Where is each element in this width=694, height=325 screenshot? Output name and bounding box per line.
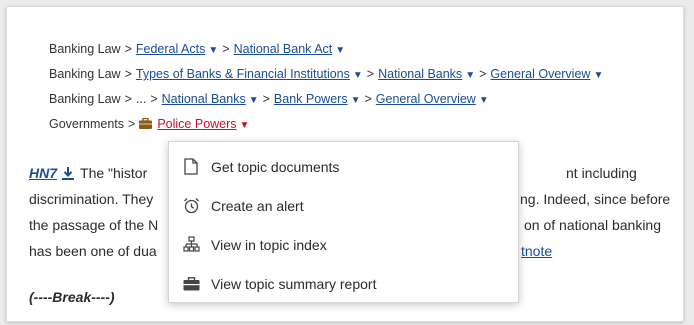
topic-breadcrumbs: Banking Law > Federal Acts ▼ > National Bank … [49,37,603,137]
breadcrumb-link-police-powers[interactable]: Police Powers [157,117,236,131]
breadcrumb-ellipsis: ... [135,92,147,106]
breadcrumb-separator: > [479,67,487,81]
briefcase-icon [182,275,200,293]
dropdown-triangle-icon[interactable]: ▼ [249,88,259,113]
breadcrumb-row-2: Banking Law > Types of Banks & Financial I… [49,62,603,87]
alarm-clock-icon [182,197,200,215]
breadcrumb-link-federal-acts[interactable]: Federal Acts [136,42,205,56]
breadcrumb-separator: > [124,42,132,56]
paragraph-text: nt including [566,165,637,181]
breadcrumb-link-general-overview[interactable]: General Overview [376,92,476,106]
dropdown-triangle-icon[interactable]: ▼ [593,63,603,88]
dropdown-triangle-icon[interactable]: ▼ [465,63,475,88]
get-topic-documents-item[interactable]: Get topic documents [169,147,518,186]
breadcrumb-link-national-banks[interactable]: National Banks [378,67,462,81]
breadcrumb-separator: > [124,67,132,81]
dropdown-triangle-icon[interactable]: ▼ [335,38,345,63]
view-in-topic-index-item[interactable]: View in topic index [169,225,518,264]
breadcrumb-link-national-bank-act[interactable]: National Bank Act [234,42,333,56]
footnote-link[interactable]: tnote [521,238,552,264]
breadcrumb-row-3: Banking Law >... > National Banks ▼ > Bank Pow… [49,87,603,112]
breadcrumb-link-national-banks[interactable]: National Banks [162,92,246,106]
paragraph-text: ng. Indeed, since before [520,191,671,207]
breadcrumb-separator: > [128,117,136,131]
breadcrumb-separator: > [150,92,158,106]
breadcrumb-separator: > [364,92,372,106]
breadcrumb-separator: > [124,92,132,106]
breadcrumb-separator: > [262,92,270,106]
breadcrumb-separator: > [222,42,230,56]
download-icon[interactable] [62,167,75,180]
breadcrumb-root: Banking Law [49,92,121,106]
breadcrumb-row-1: Banking Law > Federal Acts ▼ > National Bank … [49,37,603,62]
breadcrumb-root: Banking Law [49,67,121,81]
dropdown-triangle-icon[interactable]: ▼ [351,88,361,113]
paragraph-text: has been one of dua [29,243,157,259]
breadcrumb-link-general-overview[interactable]: General Overview [490,67,590,81]
menu-item-label: View in topic index [211,236,327,253]
paragraph-text: The "histor [80,165,148,181]
menu-item-label: Get topic documents [211,158,340,175]
break-marker: (----Break----) [29,289,115,305]
document-card: Banking Law > Federal Acts ▼ > National Bank … [6,6,684,322]
dropdown-triangle-icon[interactable]: ▼ [240,113,250,138]
hierarchy-icon [182,236,200,254]
breadcrumb-separator: > [366,67,375,81]
create-an-alert-item[interactable]: Create an alert [169,186,518,225]
paragraph-text: discrimination. They [29,191,154,207]
briefcase-icon [139,118,153,129]
breadcrumb-root: Governments [49,117,125,131]
topic-context-menu: Get topic documents Create an alert View… [168,141,519,303]
document-icon [182,158,200,176]
paragraph-text: on of national banking [524,217,661,233]
dropdown-triangle-icon[interactable]: ▼ [208,38,218,63]
view-topic-summary-report-item[interactable]: View topic summary report [169,264,518,303]
breadcrumb-row-4: Governments > Police Powers ▼ [49,112,603,137]
headnote-link[interactable]: HN7 [29,165,57,181]
menu-item-label: Create an alert [211,197,304,214]
dropdown-triangle-icon[interactable]: ▼ [479,88,489,113]
dropdown-triangle-icon[interactable]: ▼ [353,63,363,88]
breadcrumb-link-types-of-banks[interactable]: Types of Banks & Financial Institutions [136,67,350,81]
breadcrumb-link-bank-powers[interactable]: Bank Powers [274,92,348,106]
breadcrumb-root: Banking Law [49,42,121,56]
menu-item-label: View topic summary report [211,275,377,292]
paragraph-text: the passage of the N [29,217,159,233]
